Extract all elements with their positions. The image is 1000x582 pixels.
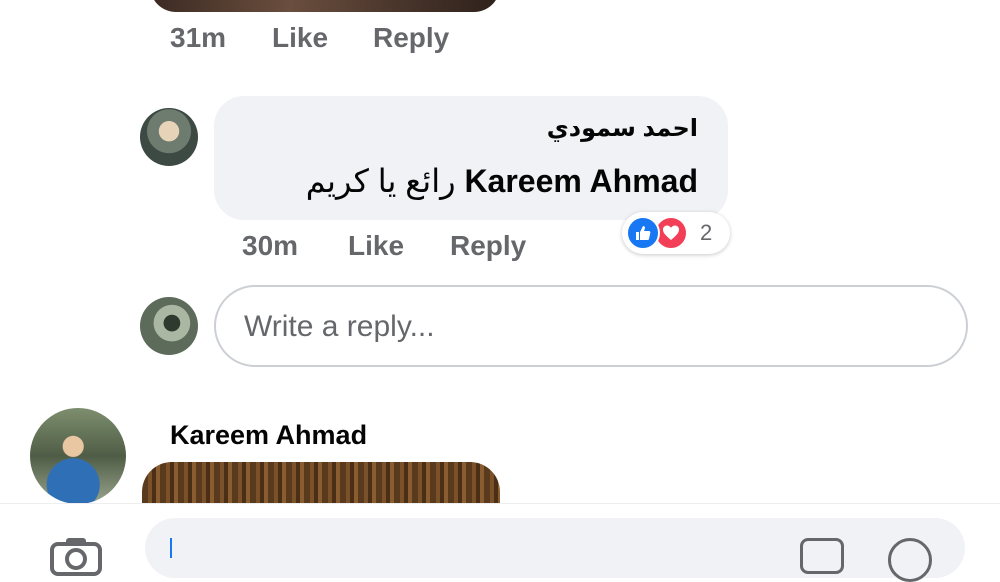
comment-author[interactable]: احمد سمودي bbox=[547, 114, 698, 143]
camera-icon[interactable] bbox=[48, 536, 104, 576]
like-link[interactable]: Like bbox=[348, 230, 404, 262]
mention-link[interactable]: Kareem Ahmad bbox=[464, 163, 698, 199]
comment-timestamp: 31m bbox=[170, 22, 227, 53]
reactions-summary[interactable]: 2 bbox=[622, 212, 730, 254]
reply-input-box[interactable] bbox=[214, 285, 968, 367]
comment-photo-top[interactable] bbox=[150, 0, 500, 12]
text-caret bbox=[170, 538, 172, 558]
like-link[interactable]: Like bbox=[272, 22, 328, 54]
reply-timestamp: 30m bbox=[242, 230, 299, 261]
comment-body: رائع يا كريم bbox=[305, 163, 456, 199]
avatar[interactable] bbox=[30, 408, 126, 504]
reply-comment-bubble: احمد سمودي Kareem Ahmad رائع يا كريم bbox=[214, 96, 728, 220]
comment-author[interactable]: Kareem Ahmad bbox=[170, 420, 367, 451]
reply-input[interactable] bbox=[242, 305, 926, 349]
reply-link[interactable]: Reply bbox=[373, 22, 449, 54]
gif-icon[interactable] bbox=[800, 538, 844, 574]
avatar[interactable] bbox=[140, 108, 198, 166]
emoji-icon[interactable] bbox=[888, 538, 932, 582]
reaction-count: 2 bbox=[700, 220, 713, 245]
current-user-avatar bbox=[140, 297, 198, 355]
like-reaction-icon bbox=[626, 216, 660, 250]
top-comment-meta: 31m bbox=[170, 22, 226, 54]
reply-link[interactable]: Reply bbox=[450, 230, 526, 262]
comment-text: Kareem Ahmad رائع يا كريم bbox=[306, 162, 698, 200]
